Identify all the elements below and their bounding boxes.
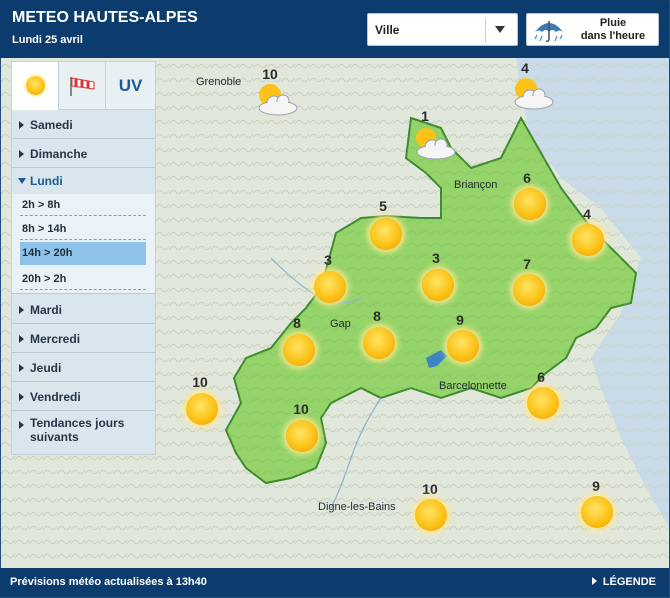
- temperature-label: 10: [262, 66, 278, 82]
- temperature-label: 8: [373, 308, 381, 324]
- legend-button[interactable]: LÉGENDE: [591, 576, 656, 588]
- time-slot-selected[interactable]: 14h > 20h: [20, 242, 146, 265]
- caret-right-icon: [19, 335, 24, 343]
- temperature-label: 9: [592, 478, 600, 494]
- tab-weather[interactable]: [12, 62, 59, 110]
- temperature-label: 5: [379, 198, 387, 214]
- city-select-label: Ville: [375, 23, 400, 37]
- legend-label: LÉGENDE: [602, 576, 656, 588]
- sun-icon[interactable]: [572, 224, 604, 256]
- caret-right-icon: [19, 364, 24, 372]
- city-select[interactable]: Ville: [367, 13, 518, 46]
- sun-icon[interactable]: [283, 334, 315, 366]
- temperature-label: 8: [293, 315, 301, 331]
- city-label: Gap: [330, 318, 351, 330]
- sun-icon: [26, 76, 45, 95]
- day-mercredi[interactable]: Mercredi: [12, 324, 155, 353]
- slot-label: 8h > 14h: [22, 223, 67, 235]
- sun-icon[interactable]: [286, 420, 318, 452]
- partly-cloudy-icon[interactable]: [252, 82, 298, 118]
- day-tendances[interactable]: Tendances jours suivants: [12, 411, 155, 454]
- sun-icon[interactable]: [513, 274, 545, 306]
- temperature-label: 6: [523, 170, 531, 186]
- day-lundi[interactable]: Lundi: [12, 166, 155, 194]
- rain-label-line2: dans l'heure: [580, 30, 646, 42]
- time-slots: 2h > 8h 8h > 14h 14h > 20h 20h > 2h: [12, 194, 155, 294]
- day-jeudi[interactable]: Jeudi: [12, 353, 155, 382]
- sun-icon[interactable]: [447, 330, 479, 362]
- chevron-down-icon: [495, 26, 505, 33]
- sun-icon[interactable]: [514, 188, 546, 220]
- caret-right-icon: [19, 421, 24, 429]
- day-label: Jeudi: [30, 361, 62, 375]
- rain-next-hour-button[interactable]: Pluie dans l'heure: [526, 13, 659, 46]
- sun-icon[interactable]: [314, 271, 346, 303]
- day-label: Dimanche: [30, 147, 88, 161]
- caret-right-icon: [19, 121, 24, 129]
- day-dimanche[interactable]: Dimanche: [12, 139, 155, 168]
- sun-icon[interactable]: [186, 393, 218, 425]
- city-label: Barcelonnette: [439, 380, 507, 392]
- temperature-label: 10: [422, 481, 438, 497]
- slot-label: 14h > 20h: [22, 247, 73, 259]
- day-label: Mercredi: [30, 332, 81, 346]
- slot-label: 2h > 8h: [22, 199, 61, 211]
- day-vendredi[interactable]: Vendredi: [12, 382, 155, 411]
- day-mardi[interactable]: Mardi: [12, 295, 155, 324]
- partly-cloudy-icon[interactable]: [508, 76, 554, 112]
- caret-right-icon: [19, 306, 24, 314]
- select-divider: [485, 18, 486, 42]
- partly-cloudy-icon[interactable]: [410, 126, 456, 162]
- windsock-icon: [70, 77, 95, 96]
- sun-icon[interactable]: [415, 499, 447, 531]
- time-slot[interactable]: 8h > 14h: [20, 218, 146, 240]
- temperature-label: 3: [432, 250, 440, 266]
- footer: Prévisions météo actualisées à 13h40 LÉG…: [0, 568, 668, 597]
- rain-label-line1: Pluie: [599, 17, 627, 29]
- page-title: METEO HAUTES-ALPES: [12, 9, 198, 26]
- date-label: Lundi 25 avril: [12, 34, 83, 46]
- caret-right-icon: [19, 393, 24, 401]
- sun-icon[interactable]: [422, 269, 454, 301]
- temperature-label: 10: [192, 374, 208, 390]
- caret-down-icon: [18, 178, 26, 184]
- day-label: Mardi: [30, 303, 63, 317]
- rain-button-label: Pluie dans l'heure: [573, 17, 653, 43]
- city-label: Briançon: [454, 179, 498, 191]
- day-label: Tendances jours suivants: [30, 416, 125, 444]
- sun-icon[interactable]: [363, 327, 395, 359]
- temperature-label: 4: [583, 206, 591, 222]
- city-label: Grenoble: [196, 76, 242, 88]
- update-notice: Prévisions météo actualisées à 13h40: [10, 576, 207, 588]
- temperature-label: 9: [456, 312, 464, 328]
- temperature-label: 6: [537, 369, 545, 385]
- temperature-label: 7: [523, 256, 531, 272]
- tab-wind[interactable]: [59, 62, 106, 110]
- day-label: Vendredi: [30, 390, 81, 404]
- sun-icon[interactable]: [527, 387, 559, 419]
- caret-right-icon: [591, 577, 597, 585]
- day-label: Samedi: [30, 118, 73, 132]
- day-samedi[interactable]: Samedi: [12, 110, 155, 139]
- temperature-label: 1: [421, 108, 429, 124]
- day-label: Lundi: [30, 174, 63, 188]
- slot-label: 20h > 2h: [22, 273, 67, 285]
- view-tabs: UV: [12, 62, 155, 110]
- temperature-label: 3: [324, 252, 332, 268]
- time-slot[interactable]: 2h > 8h: [20, 194, 146, 216]
- caret-right-icon: [19, 150, 24, 158]
- sun-icon[interactable]: [370, 218, 402, 250]
- time-slot[interactable]: 20h > 2h: [20, 268, 146, 290]
- header: METEO HAUTES-ALPES Lundi 25 avril Ville …: [0, 0, 668, 58]
- temperature-label: 10: [293, 401, 309, 417]
- tab-uv[interactable]: UV: [106, 62, 155, 110]
- sun-icon[interactable]: [581, 496, 613, 528]
- temperature-label: 4: [521, 60, 529, 76]
- forecast-panel: UV Samedi Dimanche Lundi 2h > 8h 8h > 14…: [11, 61, 156, 455]
- umbrella-icon: [534, 21, 563, 43]
- city-label: Digne-les-Bains: [318, 501, 396, 513]
